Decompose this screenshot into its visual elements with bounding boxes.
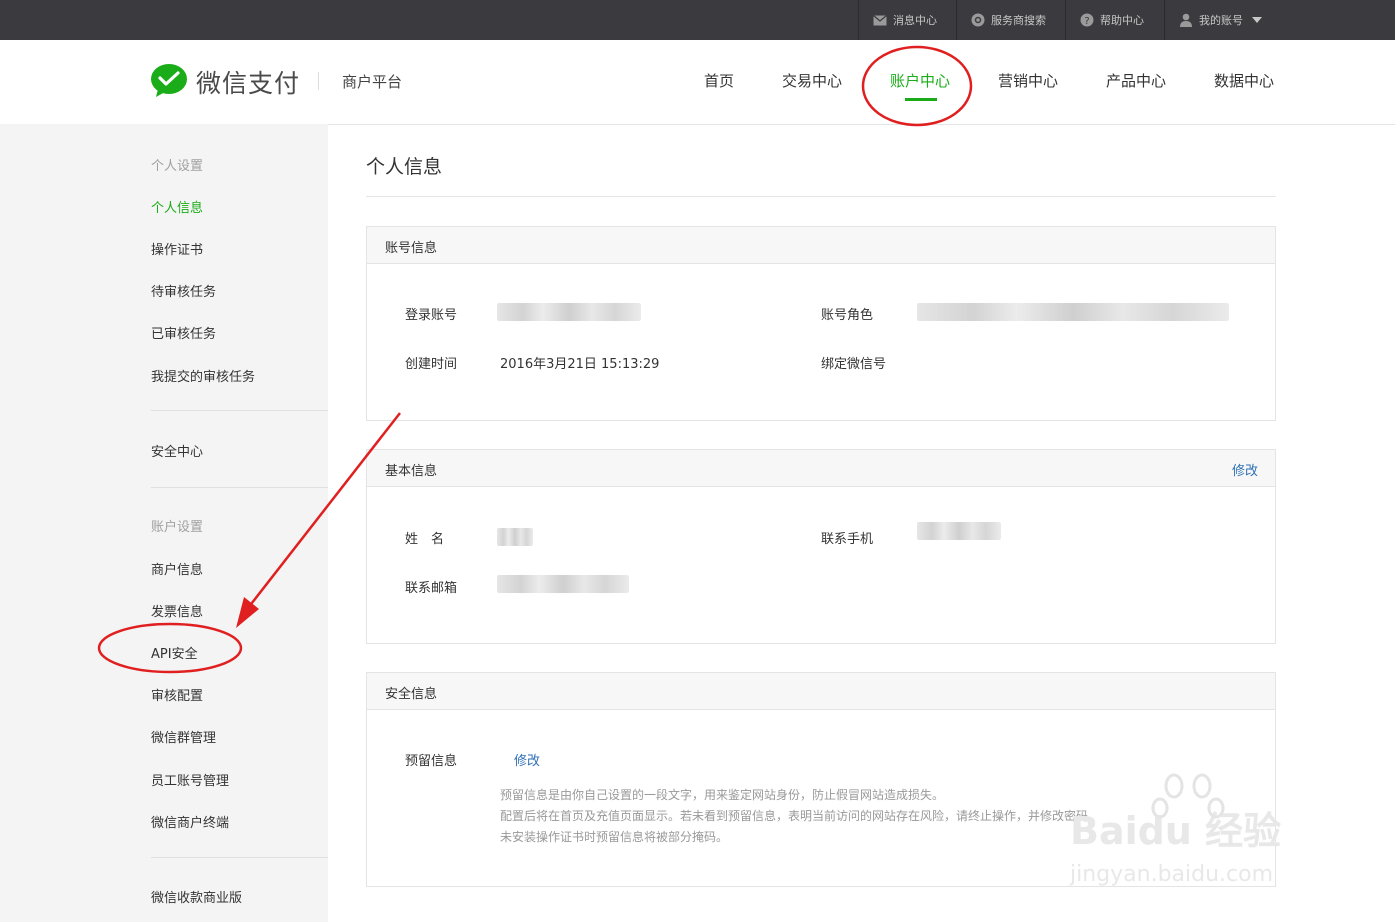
top-bar-divider xyxy=(1065,0,1066,40)
logo-text: 微信支付 xyxy=(196,69,301,98)
login-account-value-redacted xyxy=(497,303,641,321)
login-account-label: 登录账号 xyxy=(405,308,458,323)
sidebar-item-api-security[interactable]: API安全 xyxy=(151,643,198,662)
email-value-redacted xyxy=(497,575,629,593)
panel-title: 基本信息 xyxy=(385,464,438,479)
top-bar-search-label: 服务商搜索 xyxy=(991,14,1046,27)
svg-text:?: ? xyxy=(1084,16,1089,27)
page-title: 个人信息 xyxy=(366,156,443,178)
main-header: 微信支付 商户平台 首页 交易中心 账户中心 营销中心 产品中心 数据中心 xyxy=(0,40,1395,125)
nav-products[interactable]: 产品中心 xyxy=(1106,70,1166,91)
sidebar-item-submitted-tasks[interactable]: 我提交的审核任务 xyxy=(151,366,255,385)
edit-basic-info-link[interactable]: 修改 xyxy=(1232,460,1258,479)
nav-account-center[interactable]: 账户中心 xyxy=(890,70,950,91)
watermark-url: jingyan.baidu.com xyxy=(1070,862,1274,887)
baidu-paw-icon xyxy=(1151,773,1225,819)
sidebar-item-staff-accounts[interactable]: 员工账号管理 xyxy=(151,770,229,789)
top-bar: 消息中心 服务商搜索 ? 帮助中心 我的账号 xyxy=(0,0,1395,40)
nav-data[interactable]: 数据中心 xyxy=(1214,70,1274,91)
account-info-panel: 账号信息 登录账号 账号角色 创建时间 2016年3月21日 15:13:29 … xyxy=(366,226,1276,421)
sidebar-item-review-config[interactable]: 审核配置 xyxy=(151,685,203,704)
platform-name: 商户平台 xyxy=(342,73,403,91)
phone-value-redacted xyxy=(917,522,1001,540)
sidebar-item-reviewed-tasks[interactable]: 已审核任务 xyxy=(151,323,216,342)
panel-title: 账号信息 xyxy=(385,241,438,256)
top-bar-account-label: 我的账号 xyxy=(1199,14,1243,27)
panel-title: 安全信息 xyxy=(385,687,438,702)
sidebar-item-merchant-info[interactable]: 商户信息 xyxy=(151,559,203,578)
reserved-info-note: 预留信息是由你自己设置的一段文字，用来鉴定网站身份，防止假冒网站造成损失。 xyxy=(500,788,945,802)
name-label: 姓 名 xyxy=(405,532,445,547)
account-role-label: 账号角色 xyxy=(821,308,874,323)
chevron-down-icon xyxy=(1252,17,1262,23)
top-bar-search[interactable]: 服务商搜索 xyxy=(971,0,1046,40)
wechat-pay-logo-icon xyxy=(151,64,187,97)
sidebar: 个人设置 个人信息 操作证书 待审核任务 已审核任务 我提交的审核任务 安全中心… xyxy=(0,124,328,922)
sidebar-item-pending-tasks[interactable]: 待审核任务 xyxy=(151,281,216,300)
name-value-redacted xyxy=(497,528,533,546)
bound-wechat-label: 绑定微信号 xyxy=(821,357,887,372)
edit-reserved-info-link[interactable]: 修改 xyxy=(514,750,540,769)
user-icon xyxy=(1180,13,1192,27)
top-bar-help-label: 帮助中心 xyxy=(1100,14,1144,27)
reserved-info-note: 配置后将在首页及充值页面显示。若未看到预留信息，表明当前访问的网站存在风险，请终… xyxy=(500,809,1101,823)
nav-active-indicator xyxy=(905,98,937,101)
top-bar-divider xyxy=(1164,0,1165,40)
top-bar-messages-label: 消息中心 xyxy=(893,14,937,27)
sidebar-item-certificate[interactable]: 操作证书 xyxy=(151,239,203,258)
panel-header: 账号信息 xyxy=(367,227,1275,264)
sidebar-divider xyxy=(151,410,328,411)
sidebar-item-business-edition[interactable]: 微信收款商业版 xyxy=(151,887,242,906)
logo-divider xyxy=(318,72,319,90)
email-label: 联系邮箱 xyxy=(405,581,458,596)
created-time-value: 2016年3月21日 15:13:29 xyxy=(500,357,660,372)
top-bar-help[interactable]: ? 帮助中心 xyxy=(1080,0,1144,40)
created-time-label: 创建时间 xyxy=(405,357,458,372)
top-bar-messages[interactable]: 消息中心 xyxy=(873,0,937,40)
help-icon: ? xyxy=(1080,13,1094,27)
mail-icon xyxy=(873,14,887,25)
sidebar-item-merchant-terminal[interactable]: 微信商户终端 xyxy=(151,812,229,831)
reserved-info-label: 预留信息 xyxy=(405,754,458,769)
basic-info-panel: 基本信息 修改 姓 名 联系手机 联系邮箱 xyxy=(366,449,1276,644)
phone-label: 联系手机 xyxy=(821,532,874,547)
top-bar-account[interactable]: 我的账号 xyxy=(1179,0,1268,40)
sidebar-divider xyxy=(151,487,328,488)
account-role-value-redacted xyxy=(917,303,1229,321)
sidebar-item-security-center[interactable]: 安全中心 xyxy=(151,441,203,460)
title-divider xyxy=(366,196,1276,197)
top-bar-divider xyxy=(858,0,859,40)
sidebar-section-personal: 个人设置 xyxy=(151,159,204,174)
nav-home[interactable]: 首页 xyxy=(704,70,734,91)
sidebar-item-invoice-info[interactable]: 发票信息 xyxy=(151,601,203,620)
nav-marketing[interactable]: 营销中心 xyxy=(998,70,1058,91)
nav-transactions[interactable]: 交易中心 xyxy=(782,70,842,91)
panel-header: 基本信息 修改 xyxy=(367,450,1275,487)
reserved-info-note: 未安装操作证书时预留信息将被部分掩码。 xyxy=(500,830,729,844)
sidebar-section-account: 账户设置 xyxy=(151,520,204,535)
search-icon xyxy=(971,13,985,27)
sidebar-item-wechat-groups[interactable]: 微信群管理 xyxy=(151,727,216,746)
top-bar-divider xyxy=(956,0,957,40)
sidebar-divider xyxy=(151,857,328,858)
sidebar-item-personal-info[interactable]: 个人信息 xyxy=(151,197,203,216)
panel-header: 安全信息 xyxy=(367,673,1275,710)
